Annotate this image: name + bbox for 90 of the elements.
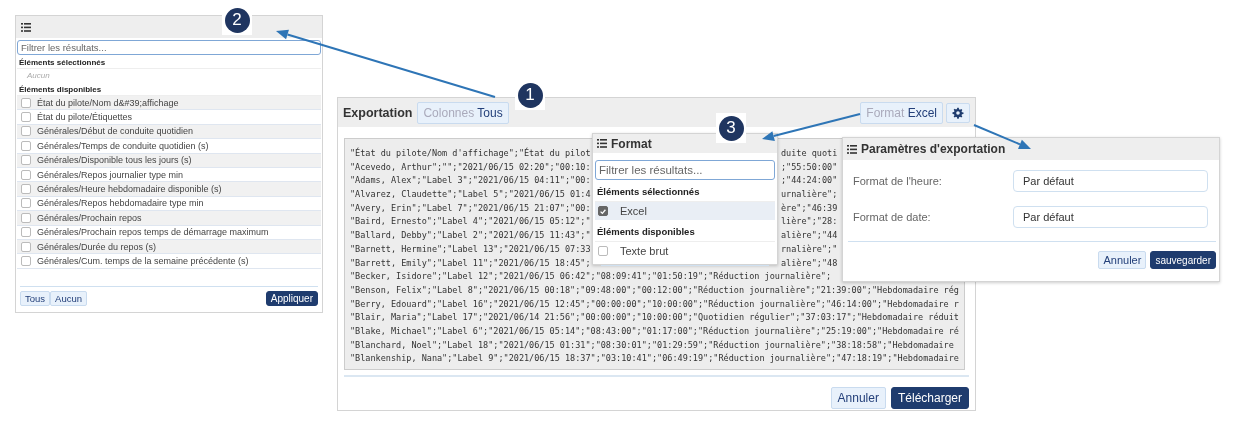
settings-icon (952, 106, 964, 119)
preview-text: "Blanchard, Noel";"Label 18";"2021/06/15 01:31";"08:30:01";"01:29:59";"Réduction journalière";"38:18:58";"Hebdomadaire (350, 338, 954, 352)
list-item[interactable]: Générales/Cum. temps de la semaine précédente (s) (17, 254, 321, 269)
filter-field[interactable]: Filtrer les résultats... (17, 40, 321, 55)
format-button[interactable]: Format Excel (860, 101, 943, 124)
preview-text: ère";"46:39 (781, 201, 838, 215)
checkbox[interactable] (21, 212, 31, 223)
preview-text: rnalière";" (781, 242, 838, 256)
select-none-button[interactable]: Aucun (50, 291, 87, 306)
preview-text: "Acevedo, Arthur";"";"2021/06/15 02:20";"00:10: (350, 160, 592, 174)
list-icon (847, 144, 857, 154)
settings-button[interactable] (946, 102, 970, 123)
list-icon (21, 22, 31, 32)
columns-button[interactable]: Colonnes Tous (417, 101, 509, 124)
preview-text: "Blankenship, Nana";"Label 9";"2021/06/15 18:37";"03:10:41";"06:49:19";"Réduction journalière";"47:18:19";"Hebdomadaire (350, 352, 959, 366)
select-all-button[interactable]: Tous (20, 291, 51, 306)
cancel-button[interactable]: Annuler (1098, 251, 1147, 269)
item-label: Générales/Temps de conduite quotidien (s) (37, 140, 209, 151)
list-item[interactable]: Texte brut (595, 242, 775, 260)
apply-button[interactable]: Appliquer (265, 291, 318, 306)
list-item[interactable]: État du pilote/Nom d&#39;affichage (17, 96, 321, 111)
panel-title: Exportation (343, 105, 413, 120)
download-button[interactable]: Télécharger (890, 387, 969, 409)
empty-text: Aucun (26, 70, 51, 82)
checkbox[interactable] (21, 227, 31, 238)
preview-text: "Blair, Maria";"Label 17";"2021/06/14 21:56";"00:00:00";"10:00:00";"Quotidien régulier";"37:03:17";"Hebdomadaire réduit (350, 311, 959, 325)
checkbox[interactable] (21, 169, 31, 180)
preview-text: "Barnett, Hermine";"Label 13";"2021/06/15 07:33 (350, 242, 592, 256)
list-item[interactable]: Générales/Temps de conduite quotidien (s) (17, 139, 321, 154)
item-label: Générales/Prochain repos (37, 212, 142, 223)
checkbox[interactable] (21, 198, 31, 209)
preview-text: "Alvarez, Claudette";"Label 5";"2021/06/15 01:4 (350, 188, 592, 202)
checkbox[interactable] (21, 155, 31, 166)
item-label: Générales/Repos hebdomadaire type min (37, 198, 204, 209)
field-label: Format de l'heure: (853, 175, 943, 187)
callout-number: 1 (517, 82, 543, 108)
preview-text: alière";"44 (781, 229, 838, 243)
select-field[interactable]: Par défaut (1013, 170, 1208, 192)
preview-text: "Blake, Michael";"Label 6";"2021/06/15 05:14";"08:43:00";"01:17:00";"Réduction journalière";"25:19:00";"Hebdomadaire ré (350, 324, 959, 338)
preview-text: urnalière"; (781, 188, 838, 202)
checkbox[interactable] (21, 241, 31, 252)
item-label: Générales/Prochain repos temps de démarrage maximum (37, 227, 269, 238)
preview-text: alière";"48 (781, 256, 838, 270)
popup-title: Format (611, 136, 652, 151)
preview-text: lière";"28: (781, 215, 838, 229)
item-label: État du pilote/Nom d&#39;affichage (37, 97, 179, 108)
item-label: Générales/Heure hebdomadaire disponible (s) (37, 184, 222, 195)
item-label: Générales/Cum. temps de la semaine précédente (s) (37, 256, 249, 266)
preview-text: ;"44:24:00" (781, 174, 838, 188)
preview-text: "Adams, Alex";"Label 3";"2021/06/15 04:11";"00: (350, 174, 592, 188)
preview-text: ;"55:50:00" (781, 160, 838, 174)
list-item[interactable]: Excel (595, 202, 775, 220)
section-heading: Éléments disponibles (595, 220, 775, 242)
item-label: Excel (620, 205, 647, 217)
item-label: État du pilote/Étiquettes (37, 112, 133, 123)
select-field[interactable]: Par défaut (1013, 206, 1208, 228)
popup-title: Paramètres d'exportation (861, 142, 1006, 156)
checkbox[interactable] (21, 256, 31, 266)
save-button[interactable]: sauvegarder (1150, 251, 1216, 269)
cancel-button[interactable]: Annuler (830, 387, 886, 409)
preview-text: "Avery, Erin";"Label 7";"2021/06/15 21:07";"00: (350, 201, 592, 215)
preview-text: duite quoti (781, 147, 838, 160)
checkbox[interactable] (598, 246, 608, 256)
preview-text: "Benson, Felix";"Label 8";"2021/06/15 00:18";"09:48:00";"00:12:00";"Réduction journalière";"21:39:00";"Hebdomadaire rég (350, 283, 959, 297)
list-item[interactable]: État du pilote/Étiquettes (17, 110, 321, 125)
preview-text: "Ballard, Debby";"Label 2";"2021/06/15 11:43";" (350, 229, 592, 243)
list-icon (597, 139, 607, 148)
item-label: Générales/Repos journalier type min (37, 169, 184, 180)
list-item[interactable]: Générales/Prochain repos (17, 211, 321, 226)
callout-number: 3 (718, 115, 744, 141)
checkbox[interactable] (21, 112, 31, 123)
item-label: Texte brut (620, 245, 669, 257)
checkbox[interactable] (21, 140, 31, 151)
preview-text: "État du pilote/Nom d'affichage";"État du pilot (350, 147, 592, 160)
preview-text: "Becker, Isidore";"Label 12";"2021/06/15 06:42";"08:09:41";"01:50:19";"Réduction journalière"; (350, 270, 832, 284)
filter-field[interactable]: Filtrer les résultats... (595, 160, 775, 180)
checkbox[interactable] (21, 126, 31, 137)
field-label: Format de date: (853, 211, 932, 223)
preview-text: "Barrett, Emily";"Label 11";"2021/06/15 18:45"; (350, 256, 592, 270)
item-label: Générales/Début de conduite quotidien (37, 126, 194, 137)
section-heading: Éléments sélectionnés (17, 55, 321, 69)
checkbox[interactable] (21, 97, 31, 108)
list-item[interactable]: Générales/Heure hebdomadaire disponible (s) (17, 182, 321, 197)
checkbox[interactable] (21, 184, 31, 195)
item-label: Générales/Disponible tous les jours (s) (37, 155, 192, 166)
checkbox[interactable] (598, 206, 608, 216)
preview-text: "Baird, Ernesto";"Label 4";"2021/06/15 05:12";" (350, 215, 592, 229)
callout-number: 2 (224, 7, 250, 33)
preview-text: "Berry, Edouard";"Label 16";"2021/06/15 12:45";"00:00:00";"10:00:00";"Réduction journalière";"46:14:00";"Hebdomadaire r (350, 297, 959, 311)
item-label: Générales/Durée du repos (s) (37, 241, 157, 252)
